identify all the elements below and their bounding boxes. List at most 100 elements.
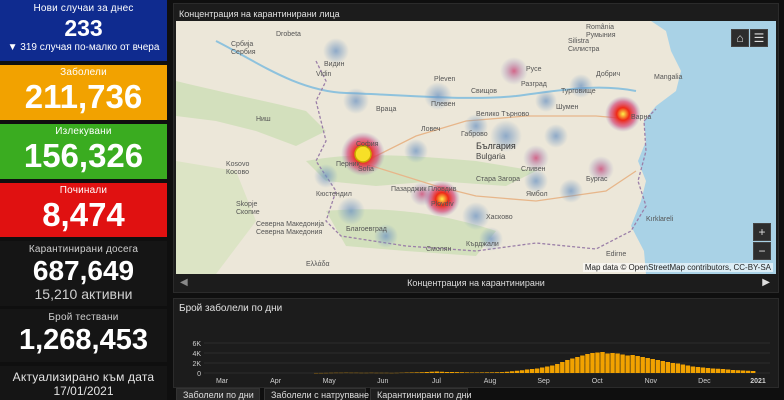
map-view[interactable]: Србија Сербия România Румыния България B… [176, 21, 776, 274]
x-tick-label: May [323, 378, 337, 385]
chart-bar [409, 372, 414, 373]
map-footer: ◀ Концентрация на карантинирани ▶ [174, 275, 778, 292]
label-kirklareli: Kırklareli [646, 216, 674, 223]
label-gabrovo: Габрово [461, 130, 488, 138]
chart-bar [540, 367, 545, 373]
chart-bar [535, 368, 540, 373]
label-edirne: Edirne [606, 251, 626, 258]
chart-bar [615, 353, 620, 373]
deaths-label: Починали [59, 185, 108, 196]
label-smolyan: Смолян [426, 246, 451, 253]
chart-bar [610, 353, 615, 373]
chart-bar [434, 371, 439, 373]
label-pleven: Плевен [431, 101, 456, 108]
next-arrow-icon[interactable]: ▶ [762, 277, 770, 288]
chart-bar [745, 370, 751, 373]
label-targovishte: Турговище [561, 88, 596, 95]
chart-bar [690, 366, 696, 373]
quarantined-active: 15,210 активни [34, 286, 133, 302]
chart-bar [710, 368, 716, 373]
label-lovech: Ловеч [421, 126, 441, 133]
quarantined-card: Карантинирани досега 687,649 15,210 акти… [0, 241, 167, 306]
chart-bar [670, 363, 676, 373]
tab-quarantined-daily[interactable]: Карантинирани по дни [370, 388, 472, 400]
home-icon[interactable]: ⌂ [731, 29, 749, 47]
label-burgas: Бургас [586, 176, 608, 183]
chart-bar [489, 372, 495, 373]
chart-bar [650, 359, 655, 373]
zoom-in-button[interactable]: + [753, 223, 771, 241]
chart-bar [499, 372, 505, 373]
label-skopje: Skopje [236, 201, 258, 208]
y-tick-label: 4K [192, 351, 201, 358]
label-pernik: Перник [336, 161, 361, 168]
chart-bar [519, 370, 525, 373]
chart-bar [545, 366, 550, 373]
chart-bar [585, 354, 590, 373]
chart-bar [580, 355, 585, 373]
x-tick-label: 2021 [750, 378, 766, 385]
chart-bar [715, 368, 721, 373]
updated-card: Актуализирано към дата 17/01/2021 [0, 366, 167, 400]
chart-bar [685, 365, 691, 373]
label-north-macedonia: Северна Македонија [256, 221, 324, 228]
label-svishtov: Свищов [471, 88, 497, 95]
chart-bar [464, 372, 470, 373]
sick-label: Заболели [60, 67, 107, 78]
label-kyustendil: Кюстендил [316, 191, 352, 198]
label-vidin-en: Vidin [316, 71, 332, 78]
zoom-out-button[interactable]: − [753, 242, 771, 260]
label-silistra-ru: Силистра [568, 46, 600, 53]
label-skopje-ru: Скопие [236, 209, 260, 216]
label-varna: Варна [631, 114, 651, 121]
label-plovdiv: Пловдив [428, 186, 457, 193]
label-veliko-tarnovo: Велико Търново [476, 111, 529, 118]
tests-value: 1,268,453 [18, 324, 148, 356]
chart-bar [575, 357, 580, 373]
label-sofia: София [356, 141, 379, 148]
x-tick-label: Aug [484, 378, 497, 385]
map-panel: Концентрация на карантинирани лица Србиј… [173, 3, 779, 293]
label-shumen: Шумен [556, 104, 579, 111]
map-footer-label: Концентрация на карантинирани [407, 278, 545, 288]
x-tick-label: Sep [537, 378, 550, 385]
chart-bar [514, 370, 520, 373]
chart-bar [725, 369, 731, 373]
x-tick-label: Nov [645, 378, 658, 385]
tab-sick-daily[interactable]: Заболели по дни [176, 388, 260, 400]
label-bulgaria: България [476, 141, 516, 151]
y-tick-label: 2K [192, 361, 201, 368]
sick-value: 211,736 [24, 78, 143, 115]
label-srbija: Србија [231, 40, 253, 48]
chart-bar [645, 358, 650, 373]
chart-bar [620, 354, 625, 373]
label-bulgaria-en: Bulgaria [476, 152, 506, 161]
sick-card: Заболели 211,736 [0, 65, 167, 120]
chart-bar [550, 365, 555, 373]
updated-date: 17/01/2021 [53, 384, 114, 398]
chart-bar [660, 361, 665, 373]
label-vratsa: Враца [376, 106, 396, 113]
deaths-value: 8,474 [42, 196, 125, 233]
basemap-svg: Србија Сербия România Румыния България B… [176, 21, 776, 274]
label-blagoevgrad: Благоевград [346, 226, 387, 233]
chart-panel: Брой заболели по дни 6K 4K 2K 0 Mar Apr May Jun… [173, 298, 779, 388]
chart-bar [740, 370, 746, 373]
chart-bar [504, 371, 510, 373]
new-cases-card: Нови случаи за днес 233 ▼ 319 случая по-… [0, 0, 167, 61]
chart-bar [484, 372, 490, 373]
chart-bar [555, 364, 560, 373]
label-silistra: Silistra [568, 38, 589, 45]
chart-bar [590, 353, 595, 373]
quarantined-label: Карантинирани досега [28, 244, 139, 255]
chart-bar [675, 363, 681, 373]
chart-bar [705, 368, 711, 373]
tab-sick-cumulative[interactable]: Заболели с натрупване [264, 388, 369, 400]
list-icon[interactable]: ☰ [750, 29, 768, 47]
label-mangalia: Mangalia [654, 74, 683, 81]
chart-bar [560, 362, 565, 373]
chart-bar [414, 372, 419, 373]
label-sofia-en: Sofia [358, 166, 374, 173]
label-kardzhali: Кърджали [466, 241, 499, 248]
chart-bar [529, 369, 535, 373]
